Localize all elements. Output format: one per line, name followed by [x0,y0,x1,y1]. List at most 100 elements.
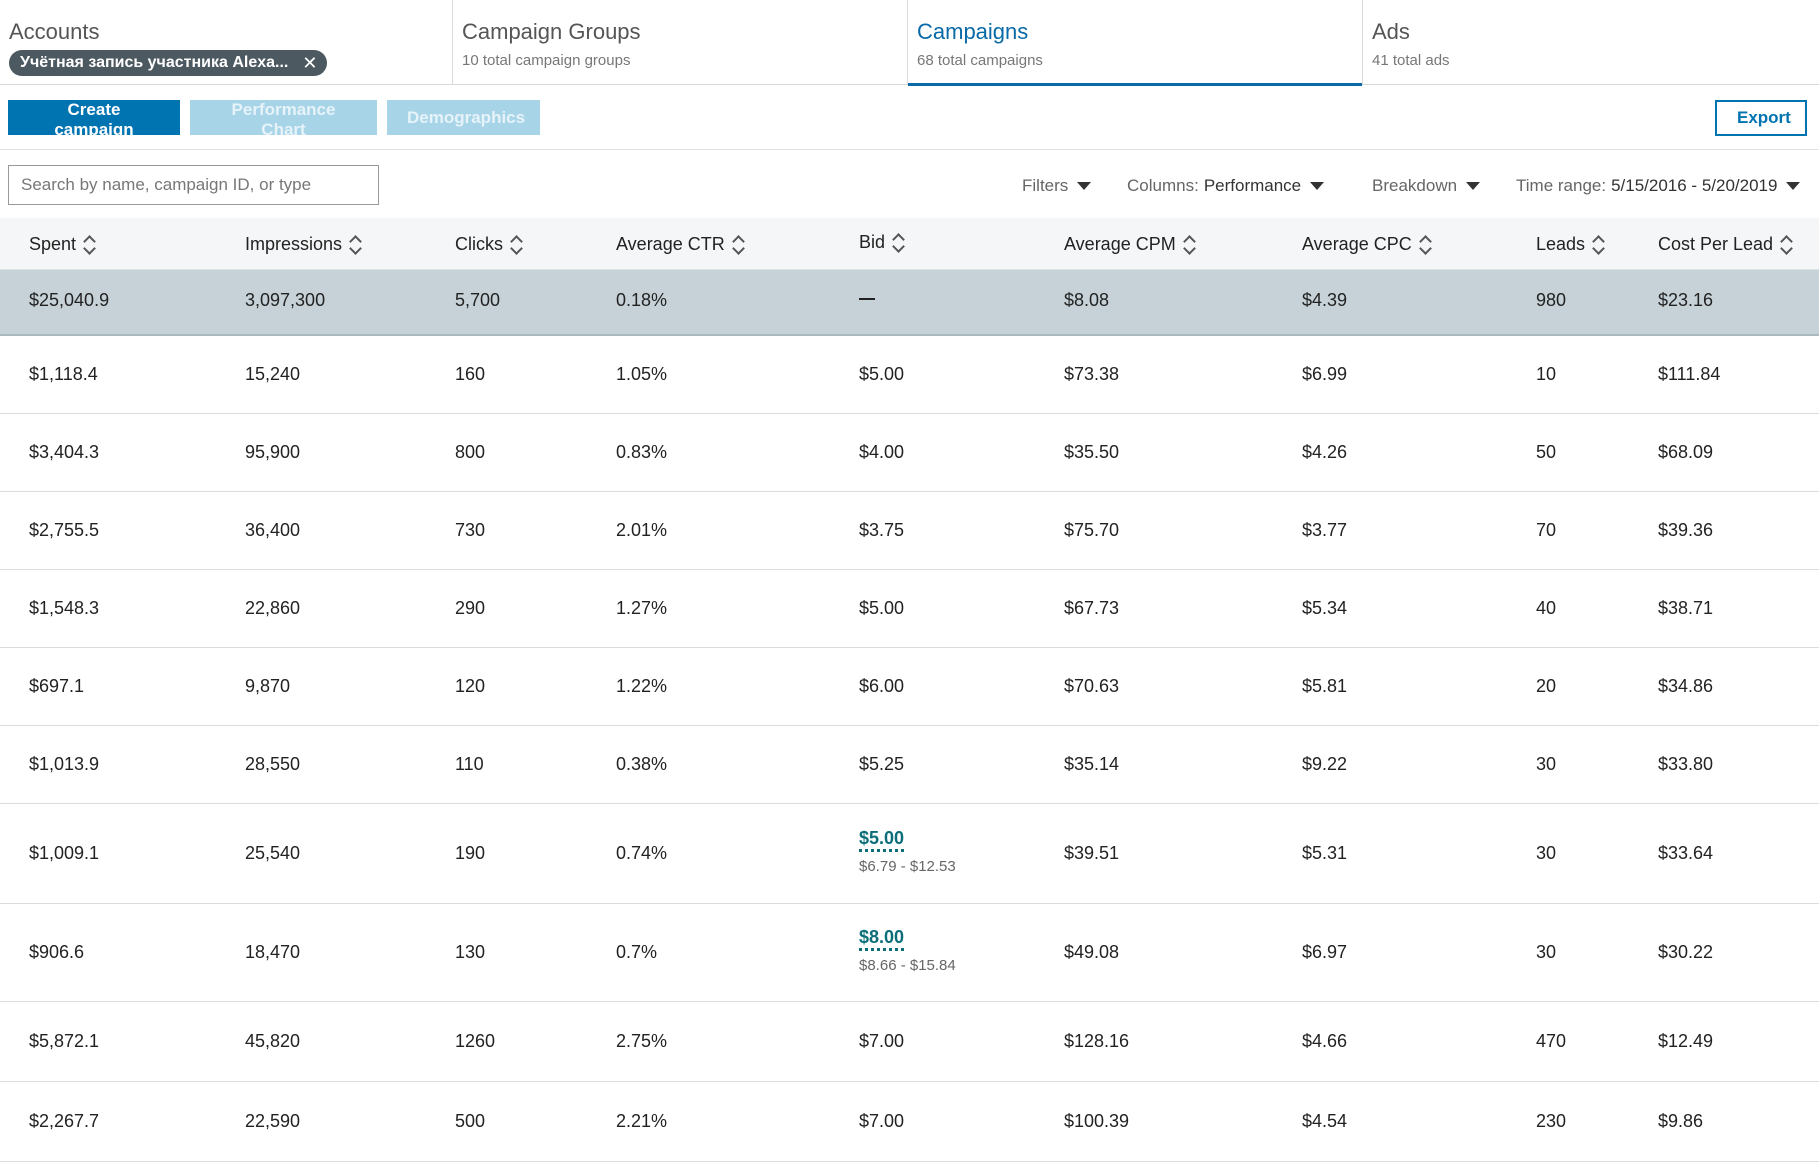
cell-average-cpc: $5.31 [1302,843,1348,863]
cell-leads: 230 [1536,1111,1567,1131]
cell-impressions: 28,550 [245,754,301,774]
sort-icon[interactable] [731,234,745,255]
caret-down-icon [1077,182,1092,190]
cell-average-cpc: $4.54 [1302,1111,1348,1131]
header-leads[interactable]: Leads [1536,234,1605,255]
cell-spent: $1,548.3 [29,598,100,618]
cell-average-cpm: $35.14 [1064,754,1120,774]
cell-bid[interactable]: $8.00 $8.66 - $15.84 [859,927,956,974]
table-row[interactable]: $1,013.9 28,550 110 0.38% $5.25 $35.14 $9.22 30… [0,726,1819,804]
table-row[interactable]: $697.1 9,870 120 1.22% $6.00 $70.63 $5.81 20 $34… [0,648,1819,726]
filters-dropdown[interactable]: Filters [1022,176,1092,196]
sort-icon[interactable] [349,234,362,255]
tab-ads[interactable]: Ads 41 total ads [1363,0,1819,85]
time-range-value: 5/15/2016 - 5/20/2019 [1611,176,1778,195]
cell-average-cpm: $73.38 [1064,364,1120,384]
total-cell-leads: 980 [1536,290,1567,310]
sort-icon[interactable] [1418,234,1432,255]
dash-icon [859,298,875,301]
cell-average-cpc: $6.99 [1302,364,1348,384]
table-row[interactable]: $2,755.5 36,400 730 2.01% $3.75 $75.70 $3.77 70… [0,492,1819,570]
cell-average-ctr: 0.7% [616,942,658,962]
breakdown-dropdown[interactable]: Breakdown [1372,176,1481,196]
sort-icon[interactable] [1182,234,1196,255]
create-campaign-button[interactable]: Create campaign [8,100,180,139]
tab-campaigns-title: Campaigns [917,19,1029,44]
cell-average-cpc: $6.97 [1302,942,1348,962]
cell-bid[interactable]: $5.00 $6.79 - $12.53 [859,828,956,875]
tab-campaigns[interactable]: Campaigns 68 total campaigns [908,0,1363,86]
account-chip[interactable]: Учётная запись участника Alexa... ✕ [9,50,328,76]
columns-label: Columns: [1127,176,1199,195]
cell-impressions: 22,590 [245,1111,301,1131]
header-label: Cost Per Lead [1658,234,1774,254]
header-clicks[interactable]: Clicks [455,234,523,255]
total-cell-clicks: 5,700 [455,290,501,310]
sort-icon[interactable] [83,234,96,255]
table-row[interactable]: $1,548.3 22,860 290 1.27% $5.00 $67.73 $5.34 40… [0,570,1819,648]
cell-clicks: 110 [455,754,484,774]
bid-link[interactable]: $5.00 [859,828,905,852]
filters-label: Filters [1022,176,1069,195]
cell-clicks: 120 [455,676,486,696]
columns-dropdown[interactable]: Columns: Performance [1127,176,1325,196]
cell-bid: $5.25 [859,754,905,774]
cell-cost-per-lead: $33.80 [1658,754,1714,774]
cell-cost-per-lead: $12.49 [1658,1031,1714,1051]
header-average-cpm[interactable]: Average CPM [1064,234,1196,255]
close-icon[interactable]: ✕ [302,54,317,72]
cell-clicks: 800 [455,442,486,462]
cell-clicks: 1260 [455,1031,496,1051]
cell-cost-per-lead: $9.86 [1658,1111,1704,1131]
cell-cost-per-lead: $68.09 [1658,442,1714,462]
sort-icon[interactable] [892,232,905,253]
cell-spent: $2,755.5 [29,520,100,540]
cell-average-ctr: 2.21% [616,1111,668,1131]
header-label: Clicks [455,234,503,254]
total-cell-bid [859,288,875,309]
cell-leads: 10 [1536,364,1557,384]
table-row[interactable]: $1,118.4 15,240 160 1.05% $5.00 $73.38 $6.99 10… [0,336,1819,414]
cell-bid: $5.00 [859,364,905,384]
header-impressions[interactable]: Impressions [245,234,362,255]
time-range-dropdown[interactable]: Time range: 5/15/2016 - 5/20/2019 [1516,176,1801,196]
bid-link[interactable]: $8.00 [859,927,905,951]
cell-bid: $5.00 [859,598,905,618]
performance-chart-button[interactable]: Performance Chart [190,100,377,139]
cell-impressions: 15,240 [245,364,301,384]
sort-icon[interactable] [510,234,523,255]
table-row[interactable]: $2,267.7 22,590 500 2.21% $7.00 $100.39 $4.54 2… [0,1082,1819,1162]
header-average-cpc[interactable]: Average CPC [1302,234,1432,255]
cell-average-ctr: 1.05% [616,364,668,384]
tab-campaign-groups[interactable]: Campaign Groups 10 total campaign groups [453,0,908,85]
table-row[interactable]: $3,404.3 95,900 800 0.83% $4.00 $35.50 $4.26 50… [0,414,1819,492]
cell-spent: $3,404.3 [29,442,100,462]
cell-clicks: 730 [455,520,486,540]
sort-icon[interactable] [1592,234,1605,255]
cell-average-cpm: $35.50 [1064,442,1120,462]
total-cell-average-cpm: $8.08 [1064,290,1110,310]
table-row[interactable]: $1,009.1 25,540 190 0.74% $5.00 $6.79 - $12.5… [0,804,1819,904]
header-spent[interactable]: Spent [29,234,96,255]
caret-down-icon [1786,182,1801,190]
header-bid[interactable]: Bid [859,232,905,253]
cell-spent: $1,009.1 [29,843,100,863]
header-average-ctr[interactable]: Average CTR [616,234,745,255]
cell-average-cpm: $100.39 [1064,1111,1130,1131]
search-input[interactable] [8,165,379,205]
cell-cost-per-lead: $39.36 [1658,520,1714,540]
cell-leads: 30 [1536,843,1557,863]
cell-average-ctr: 0.74% [616,843,668,863]
export-button[interactable]: Export [1715,100,1807,136]
table-row[interactable]: $906.6 18,470 130 0.7% $8.00 $8.66 - $15.84 $4… [0,904,1819,1002]
demographics-button[interactable]: Demographics [387,100,540,135]
sort-icon[interactable] [1780,234,1793,255]
cell-average-cpm: $70.63 [1064,676,1120,696]
table-row[interactable]: $5,872.1 45,820 1260 2.75% $7.00 $128.16 $4.66… [0,1002,1819,1082]
tab-accounts[interactable]: Accounts Учётная запись участника Alexa.… [0,0,453,85]
filter-bar: Filters Columns: Performance Breakdown T… [0,150,1819,217]
cell-average-ctr: 0.38% [616,754,668,774]
cell-leads: 20 [1536,676,1557,696]
header-cost-per-lead[interactable]: Cost Per Lead [1658,234,1793,255]
table-header: Spent Impressions Clicks Average CTR Bid Aver… [0,218,1819,270]
